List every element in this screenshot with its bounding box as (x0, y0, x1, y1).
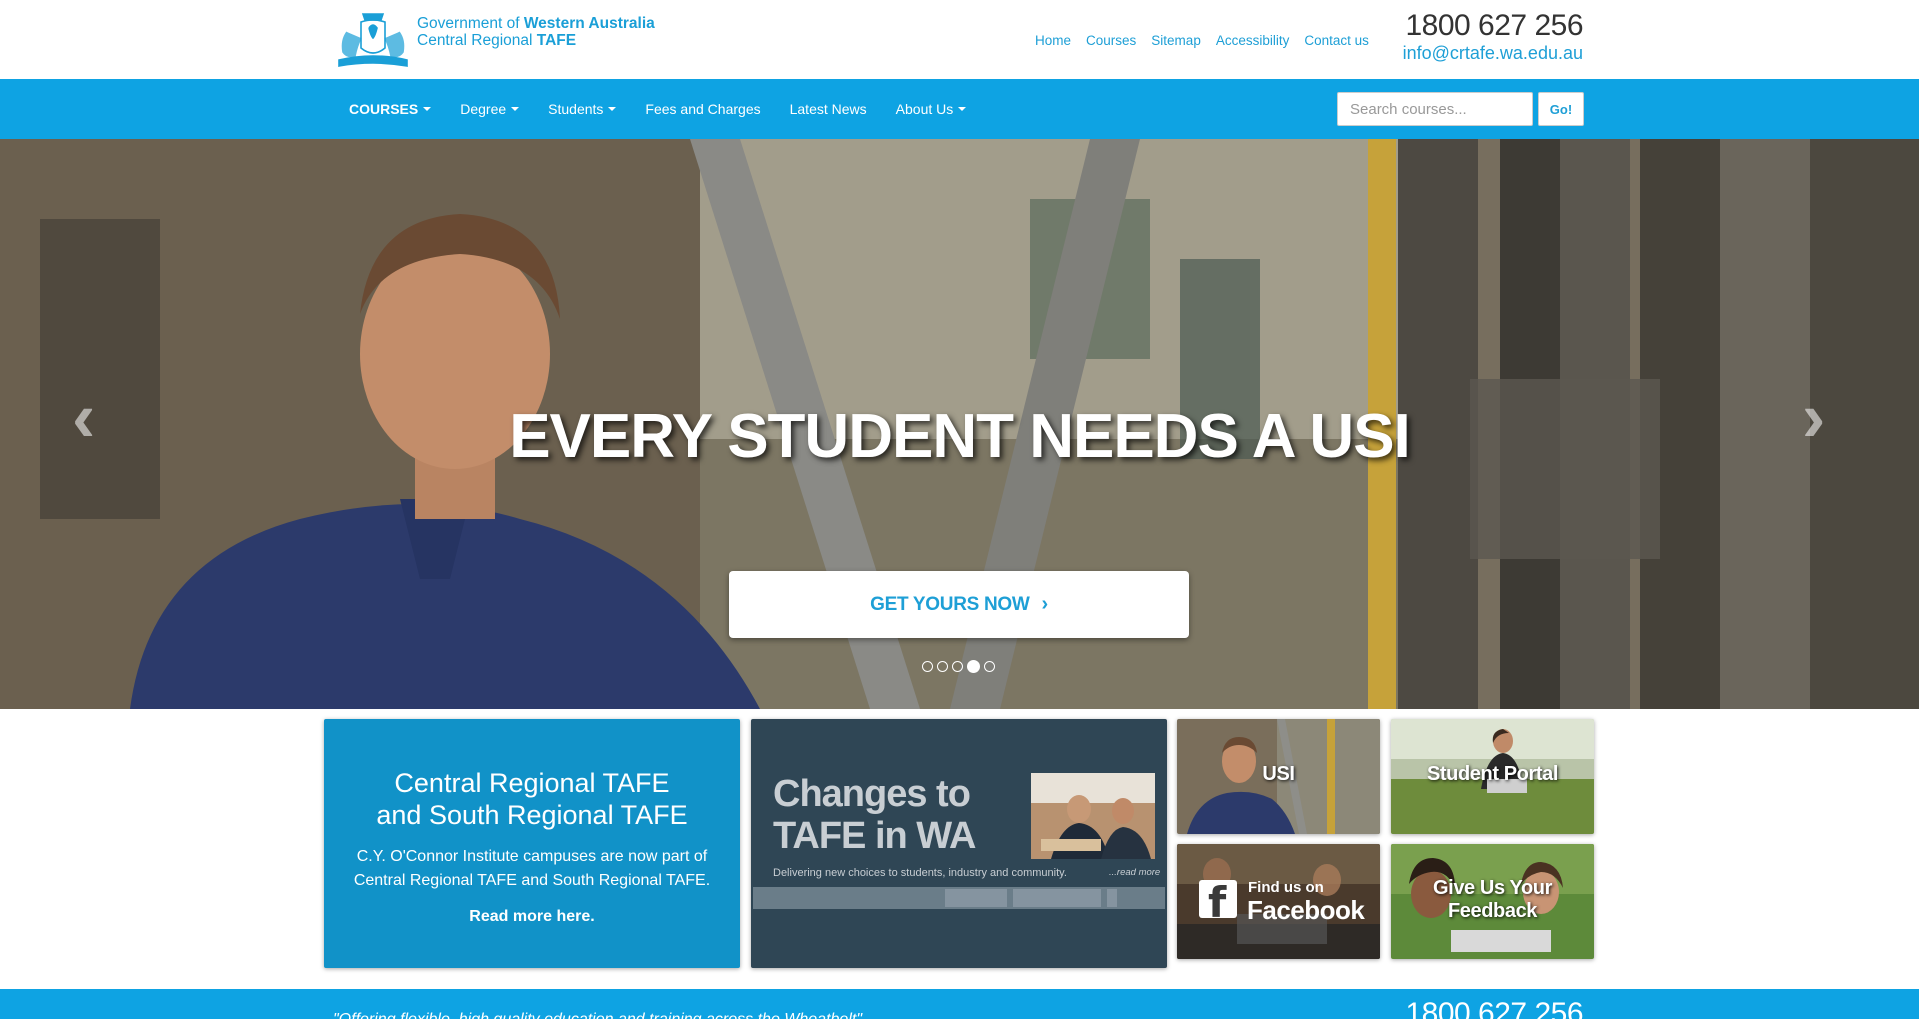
nav-item-label: Fees and Charges (645, 101, 761, 117)
tile-title: Changes to TAFE in WA (773, 773, 976, 857)
top-link-courses[interactable]: Courses (1086, 33, 1136, 48)
hero-title: EVERY STUDENT NEEDS A USI (509, 402, 1411, 471)
caret-down-icon (423, 107, 432, 111)
tile-photo-workers (1031, 773, 1155, 859)
tile-label-line2: Feedback (1447, 900, 1538, 922)
tile-usi[interactable]: USI (1177, 719, 1380, 834)
caret-down-icon (511, 107, 520, 111)
facebook-find-label: Find us on (1248, 879, 1324, 896)
tile-label: Give Us Your Feedback (1391, 877, 1594, 923)
top-link-contact[interactable]: Contact us (1304, 33, 1369, 48)
nav-item-label: COURSES (349, 101, 419, 117)
carousel-dot[interactable] (922, 661, 933, 672)
hero-carousel: ‹ › EVERY STUDENT NEEDS A USI GET YOURS … (0, 139, 1919, 709)
tile-title-line1: Central Regional TAFE (394, 768, 670, 798)
logo-line1-prefix: Government of (417, 15, 524, 32)
tile-label-line1: Give Us Your (1433, 877, 1552, 899)
site-header: Government of Western Australia Central … (0, 0, 1919, 79)
main-nav: COURSES Degree Students Fees and Charges… (0, 79, 1919, 139)
tile-label: Student Portal (1426, 763, 1559, 785)
nav-item-about[interactable]: About Us (896, 101, 967, 117)
site-footer: "Offering flexible, high quality educati… (0, 989, 1919, 1019)
footer-phone[interactable]: 1800 627 256 (1405, 997, 1583, 1019)
logo-text: Government of Western Australia Central … (417, 15, 655, 49)
tile-subtitle: Delivering new choices to students, indu… (773, 867, 1067, 879)
nav-item-degree[interactable]: Degree (460, 101, 520, 117)
caret-down-icon (608, 107, 617, 111)
tile-read-more-link[interactable]: Read more here. (324, 908, 740, 926)
header-phone[interactable]: 1800 627 256 (1405, 9, 1583, 43)
carousel-dot[interactable] (937, 661, 948, 672)
top-links: Home Courses Sitemap Accessibility Conta… (1035, 33, 1369, 48)
logo-line1-bold: Western Australia (523, 15, 655, 32)
search-input[interactable] (1337, 92, 1533, 126)
tile-facebook[interactable]: f Find us on Facebook (1177, 844, 1380, 959)
hero-cta-label: GET YOURS NOW (870, 593, 1030, 615)
carousel-dot[interactable] (952, 661, 963, 672)
nav-item-fees[interactable]: Fees and Charges (645, 101, 760, 117)
decorative-bar (753, 887, 1165, 909)
tile-title-line2: and South Regional TAFE (376, 800, 688, 830)
carousel-indicators (922, 660, 995, 673)
logo-line2-bold: TAFE (536, 32, 577, 49)
site-logo[interactable]: Government of Western Australia Central … (333, 8, 655, 70)
nav-item-label: About Us (895, 101, 954, 117)
tile-title-line2: TAFE in WA (773, 815, 976, 857)
nav-item-students[interactable]: Students (548, 101, 617, 117)
chevron-right-icon: › (1041, 593, 1049, 615)
tile-title-line1: Changes to (773, 773, 971, 815)
top-link-sitemap[interactable]: Sitemap (1151, 33, 1201, 48)
feature-tiles: Central Regional TAFE and South Regional… (0, 709, 1919, 989)
logo-line2-prefix: Central Regional (417, 32, 537, 49)
caret-down-icon (958, 107, 967, 111)
tile-label: USI (1262, 763, 1295, 785)
nav-item-courses[interactable]: COURSES (349, 101, 432, 117)
tile-feedback[interactable]: Give Us Your Feedback (1391, 844, 1594, 959)
nav-item-label: Students (548, 101, 604, 117)
nav-item-news[interactable]: Latest News (790, 101, 867, 117)
nav-menu: COURSES Degree Students Fees and Charges… (349, 79, 967, 139)
top-link-home[interactable]: Home (1035, 33, 1071, 48)
wa-crest-icon (338, 13, 408, 67)
hero-cta-button[interactable]: GET YOURS NOW › (729, 571, 1189, 638)
tile-student-portal[interactable]: Student Portal (1391, 719, 1594, 834)
tile-body: C.Y. O'Connor Institute campuses are now… (353, 848, 711, 889)
tile-title: Central Regional TAFE and South Regional… (324, 767, 740, 831)
tile-read-more-link[interactable]: ...read more (1109, 867, 1160, 878)
nav-item-label: Degree (460, 101, 507, 117)
search-go-button[interactable]: Go! (1538, 92, 1584, 126)
facebook-icon: f (1199, 878, 1237, 927)
carousel-dot[interactable] (984, 661, 995, 672)
nav-item-label: Latest News (789, 101, 867, 117)
top-link-accessibility[interactable]: Accessibility (1216, 33, 1290, 48)
footer-quote: "Offering flexible, high quality educati… (333, 1011, 862, 1019)
carousel-dot-active[interactable] (967, 660, 980, 673)
tile-tafe-merger[interactable]: Central Regional TAFE and South Regional… (324, 719, 740, 968)
header-email[interactable]: info@crtafe.wa.edu.au (1403, 43, 1583, 64)
tile-changes-to-tafe[interactable]: Changes to TAFE in WA Delivering new cho… (751, 719, 1167, 968)
facebook-name-label: Facebook (1247, 895, 1365, 925)
